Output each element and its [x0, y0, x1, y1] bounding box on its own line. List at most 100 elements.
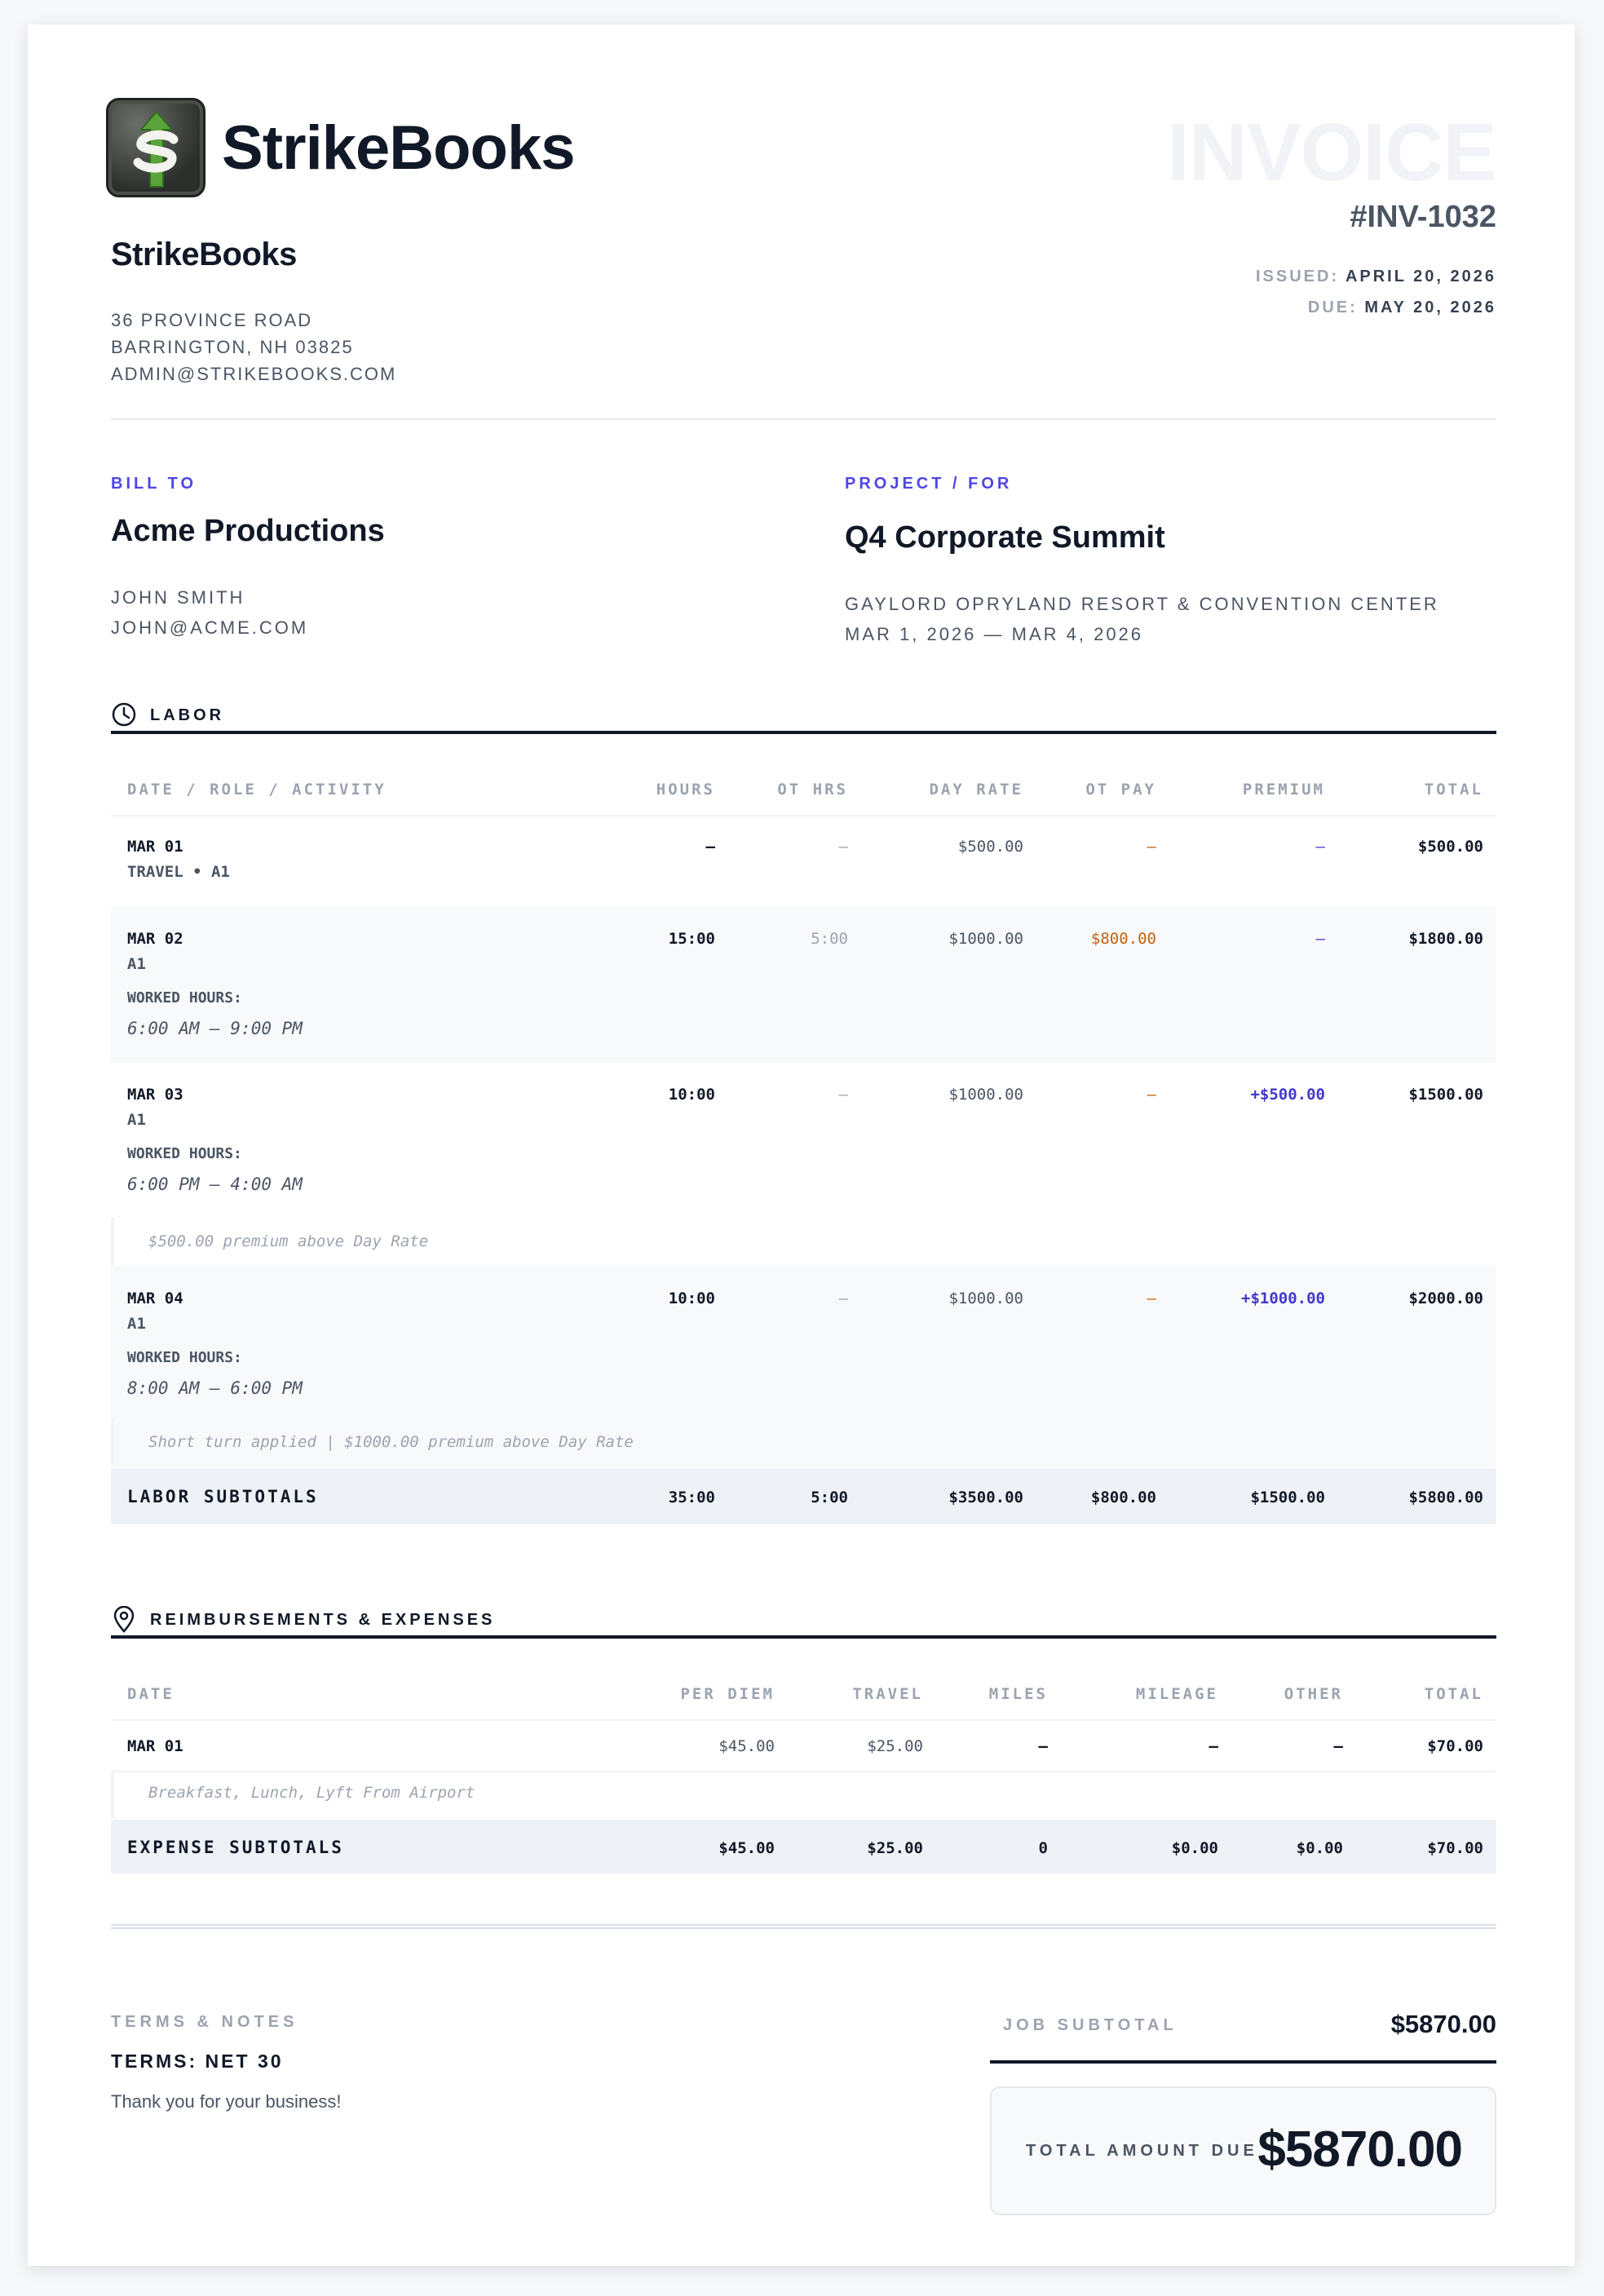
labor-section-header: LABOR [111, 701, 1496, 734]
thank-you-note: Thank you for your business! [111, 2091, 342, 2112]
labor-row: MAR 04 A1 WORKED HOURS: 8:00 AM — 6:00 P… [111, 1265, 1496, 1469]
header-divider [111, 418, 1496, 420]
subtotal-other: $0.00 [1296, 1839, 1343, 1857]
client-contact: JOHN SMITH [111, 587, 245, 608]
worked-hours-range: 6:00 AM — 9:00 PM [127, 1019, 303, 1038]
job-subtotal-value: $5870.00 [1390, 2010, 1496, 2038]
company-address-line: 36 PROVINCE ROAD [111, 310, 313, 330]
row-day-rate: $500.00 [957, 838, 1023, 856]
row-note: Breakfast, Lunch, Lyft From Airport [111, 1772, 1496, 1818]
row-role: A1 [127, 1315, 146, 1333]
expenses-section-header: REIMBURSEMENTS & EXPENSES [111, 1606, 1496, 1639]
col-header-date: DATE [127, 1685, 175, 1703]
row-note: Short turn applied | $1000.00 premium ab… [111, 1418, 1496, 1464]
payment-terms: TERMS: NET 30 [111, 2050, 284, 2072]
row-hours: 10:00 [668, 1086, 715, 1104]
row-per-diem: $45.00 [718, 1737, 775, 1755]
labor-table-header: DATE / ROLE / ACTIVITY HOURS OT HRS DAY … [111, 763, 1496, 815]
row-ot-hrs: — [838, 1290, 848, 1307]
row-hours: 10:00 [668, 1290, 715, 1307]
row-note-text: Short turn applied | $1000.00 premium ab… [148, 1433, 634, 1451]
row-total: $1500.00 [1408, 1086, 1483, 1104]
subtotal-total: $70.00 [1427, 1839, 1483, 1857]
due-date: DUE: MAY 20, 2026 [1308, 299, 1496, 317]
labor-subtotals-row: LABOR SUBTOTALS 35:00 5:00 $3500.00 $800… [111, 1469, 1496, 1524]
bill-to-label: BILL TO [111, 475, 197, 493]
worked-hours-label: WORKED HOURS: [127, 1145, 242, 1162]
row-day-rate: $1000.00 [948, 930, 1023, 948]
row-ot-hrs: — [838, 1086, 848, 1104]
col-header-miles: MILES [988, 1685, 1048, 1703]
issued-label: ISSUED: [1256, 268, 1340, 285]
row-role: A1 [127, 955, 146, 973]
total-due-box: TOTAL AMOUNT DUE $5870.00 [990, 2086, 1496, 2215]
col-header-total: TOTAL [1424, 1685, 1483, 1703]
row-role: A1 [127, 1111, 146, 1129]
row-premium: +$500.00 [1250, 1086, 1325, 1104]
row-total: $2000.00 [1408, 1290, 1483, 1307]
company-name: StrikeBooks [111, 237, 297, 272]
col-header-total: TOTAL [1424, 781, 1483, 799]
row-total: $500.00 [1417, 838, 1483, 856]
col-header-activity: DATE / ROLE / ACTIVITY [127, 781, 387, 799]
project-label: PROJECT / FOR [845, 475, 1013, 493]
subtotal-ot-pay: $800.00 [1090, 1489, 1156, 1506]
clock-icon [112, 702, 136, 727]
row-other: — [1333, 1737, 1343, 1755]
row-date: MAR 03 [127, 1086, 183, 1104]
row-day-rate: $1000.00 [948, 1290, 1023, 1307]
col-header-per-diem: PER DIEM [680, 1685, 775, 1703]
row-date: MAR 04 [127, 1290, 183, 1307]
invoice-page: StrikeBooks INVOICE #INV-1032 ISSUED: AP… [28, 24, 1575, 2266]
issued-value: APRIL 20, 2026 [1345, 268, 1496, 285]
company-logo [106, 98, 205, 197]
row-date: MAR 02 [127, 930, 183, 948]
row-ot-pay: — [1147, 1290, 1156, 1307]
total-due-label: TOTAL AMOUNT DUE [1026, 2142, 1258, 2160]
row-premium: +$1000.00 [1241, 1290, 1325, 1307]
worked-hours-range: 8:00 AM — 6:00 PM [127, 1378, 303, 1398]
company-address-line: BARRINGTON, NH 03825 [111, 337, 354, 357]
labor-row: MAR 03 A1 WORKED HOURS: 6:00 PM — 4:00 A… [111, 1063, 1496, 1218]
row-total: $70.00 [1427, 1737, 1483, 1755]
row-day-rate: $1000.00 [948, 1086, 1023, 1104]
invoice-watermark-title: INVOICE [1166, 107, 1497, 198]
row-hours: 15:00 [668, 930, 715, 948]
subtotal-mileage: $0.00 [1171, 1839, 1218, 1857]
labor-section-title: LABOR [150, 706, 225, 724]
project-dates: MAR 1, 2026 — MAR 4, 2026 [845, 624, 1144, 644]
row-note: $500.00 premium above Day Rate [111, 1218, 1496, 1265]
row-note-text: Breakfast, Lunch, Lyft From Airport [148, 1784, 475, 1802]
labor-subtotals-label: LABOR SUBTOTALS [127, 1487, 319, 1506]
subtotal-hours: 35:00 [668, 1489, 715, 1506]
row-ot-hrs: 5:00 [811, 930, 848, 948]
subtotal-day-rate: $3500.00 [948, 1489, 1023, 1506]
row-note-text: $500.00 premium above Day Rate [148, 1232, 429, 1250]
col-header-hours: HOURS [656, 781, 715, 799]
job-subtotal-rule [990, 2060, 1496, 2064]
col-header-travel: TRAVEL [852, 1685, 923, 1703]
project-name: Q4 Corporate Summit [845, 520, 1165, 555]
row-mileage: — [1209, 1737, 1218, 1755]
row-role: TRAVEL • A1 [127, 863, 230, 881]
subtotal-ot-hrs: 5:00 [811, 1489, 848, 1506]
col-header-ot-hrs: OT HRS [777, 781, 848, 799]
expenses-table-header: DATE PER DIEM TRAVEL MILES MILEAGE OTHER… [111, 1667, 1496, 1719]
worked-hours-label: WORKED HOURS: [127, 1349, 242, 1366]
row-date: MAR 01 [127, 1737, 183, 1755]
labor-row: MAR 01 TRAVEL • A1 — — $500.00 — — $500.… [111, 816, 1496, 906]
invoice-number: #INV-1032 [1350, 200, 1496, 234]
row-miles: — [1038, 1737, 1048, 1755]
subtotal-per-diem: $45.00 [718, 1839, 775, 1857]
due-value: MAY 20, 2026 [1364, 299, 1496, 316]
expense-row: MAR 01 $45.00 $25.00 — — — $70.00 [111, 1721, 1496, 1772]
subtotal-total: $5800.00 [1408, 1489, 1483, 1506]
row-premium: — [1315, 930, 1325, 948]
col-header-mileage: MILEAGE [1135, 1685, 1218, 1703]
row-premium: — [1315, 838, 1325, 856]
company-email: ADMIN@STRIKEBOOKS.COM [111, 364, 397, 384]
labor-row: MAR 02 A1 WORKED HOURS: 6:00 AM — 9:00 P… [111, 906, 1496, 1063]
issued-date: ISSUED: APRIL 20, 2026 [1256, 268, 1496, 286]
expenses-section-title: REIMBURSEMENTS & EXPENSES [150, 1611, 496, 1629]
row-ot-hrs: — [838, 838, 848, 856]
